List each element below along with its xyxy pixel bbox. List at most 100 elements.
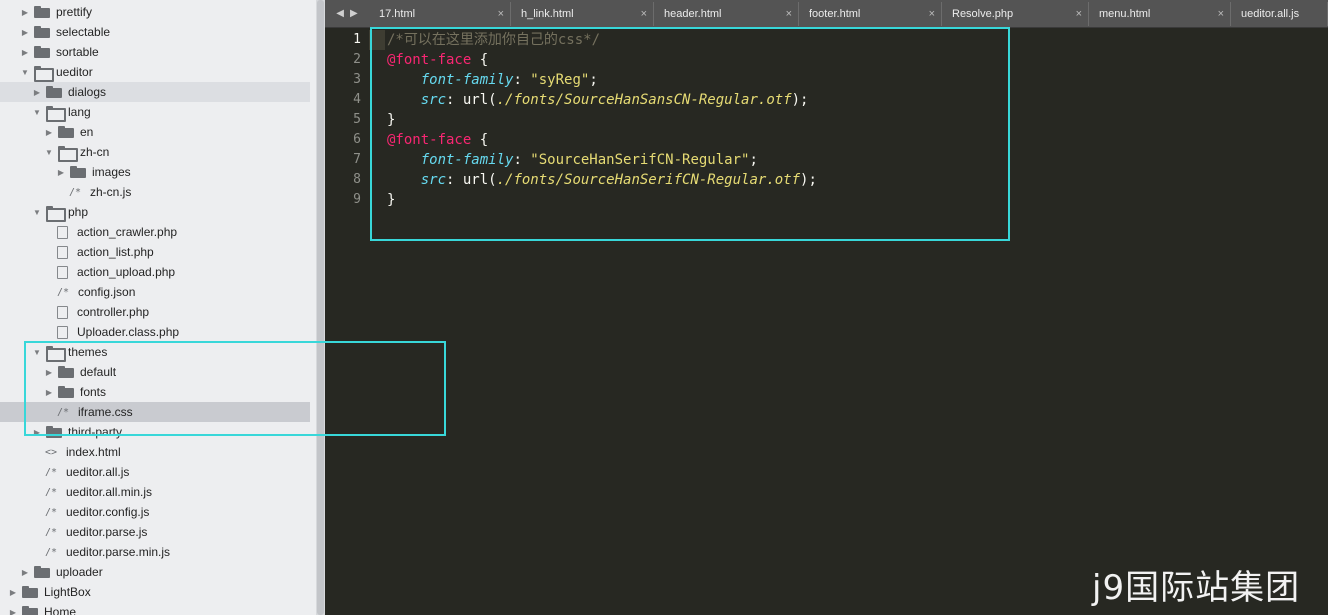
- tree-folder-row[interactable]: ▶ selectable: [0, 22, 310, 42]
- code-token: :: [513, 72, 531, 88]
- tab-close-icon[interactable]: ×: [929, 8, 935, 20]
- code-token: ./fonts/SourceHanSerifCN-Regular.otf: [496, 172, 801, 188]
- tree-folder-row[interactable]: ▶ third-party: [0, 422, 310, 442]
- tree-item-label: Uploader.class.php: [77, 325, 180, 339]
- tree-file-row[interactable]: ▶/*ueditor.all.js: [0, 462, 310, 482]
- code-file-icon: /*: [44, 486, 58, 498]
- tab-next-arrow-icon[interactable]: ▶: [350, 8, 358, 19]
- tree-folder-row[interactable]: ▶ Home: [0, 602, 310, 615]
- tree-file-row[interactable]: ▶action_upload.php: [0, 262, 310, 282]
- tree-file-row[interactable]: ▶action_list.php: [0, 242, 310, 262]
- tree-file-row[interactable]: ▶/*iframe.css: [0, 402, 310, 422]
- tab-close-icon[interactable]: ×: [1076, 8, 1082, 20]
- collapsed-arrow-icon[interactable]: ▶: [44, 362, 54, 382]
- tab-prev-arrow-icon[interactable]: ◀: [336, 8, 344, 19]
- collapsed-arrow-icon[interactable]: ▶: [44, 382, 54, 402]
- watermark-text: j9国际站集团: [1092, 568, 1301, 608]
- tree-item-label: default: [80, 365, 117, 379]
- tree-folder-row[interactable]: ▼ php: [0, 202, 310, 222]
- tree-file-row[interactable]: ▶<>index.html: [0, 442, 310, 462]
- tree-file-row[interactable]: ▶Uploader.class.php: [0, 322, 310, 342]
- tree-folder-row[interactable]: ▼ ueditor: [0, 62, 310, 82]
- tree-folder-row[interactable]: ▼ zh-cn: [0, 142, 310, 162]
- editor-tab[interactable]: header.html ×: [654, 2, 799, 26]
- line-number: 7: [353, 152, 361, 167]
- sidebar-scrollbar[interactable]: [316, 0, 325, 615]
- code-editor[interactable]: 1 2 3 4 5 6 7 8 9 /*可以在这里添加你自己的css*/ @font-face {…: [325, 28, 1328, 615]
- editor-tab[interactable]: Resolve.php ×: [942, 2, 1089, 26]
- tree-folder-row[interactable]: ▼ lang: [0, 102, 310, 122]
- tree-item-label: lang: [68, 105, 91, 119]
- tree-file-row[interactable]: ▶/*ueditor.parse.js: [0, 522, 310, 542]
- tab-close-icon[interactable]: ×: [498, 8, 504, 20]
- code-token: @font-face: [387, 52, 472, 68]
- editor-tab[interactable]: h_link.html ×: [511, 2, 654, 26]
- collapsed-arrow-icon[interactable]: ▶: [8, 582, 18, 602]
- editor-tab[interactable]: 17.html ×: [369, 2, 511, 26]
- file-icon: [57, 245, 68, 259]
- tree-file-row[interactable]: ▶action_crawler.php: [0, 222, 310, 242]
- expanded-arrow-icon[interactable]: ▼: [32, 342, 42, 362]
- tree-item-label: action_list.php: [77, 245, 154, 259]
- code-token: );: [800, 172, 817, 188]
- collapsed-arrow-icon[interactable]: ▶: [20, 42, 30, 62]
- code-line: font-family: "syReg";: [387, 70, 598, 90]
- editor-tab[interactable]: menu.html ×: [1089, 2, 1231, 26]
- code-token: }: [387, 192, 396, 208]
- code-token: "syReg": [530, 72, 590, 88]
- tree-folder-row[interactable]: ▶ en: [0, 122, 310, 142]
- collapsed-arrow-icon[interactable]: ▶: [20, 22, 30, 42]
- tree-file-row[interactable]: ▶/*config.json: [0, 282, 310, 302]
- code-token: {: [471, 132, 489, 148]
- expanded-arrow-icon[interactable]: ▼: [32, 102, 42, 122]
- tab-close-icon[interactable]: ×: [786, 8, 792, 20]
- editor-tab[interactable]: footer.html ×: [799, 2, 942, 26]
- tree-file-row[interactable]: ▶/*ueditor.all.min.js: [0, 482, 310, 502]
- tree-folder-row[interactable]: ▼ themes: [0, 342, 310, 362]
- tree-folder-row[interactable]: ▶ dialogs: [0, 82, 310, 102]
- tree-folder-row[interactable]: ▶ default: [0, 362, 310, 382]
- tree-item-label: action_crawler.php: [77, 225, 178, 239]
- tree-file-row[interactable]: ▶/*zh-cn.js: [0, 182, 310, 202]
- tree-item-label: uploader: [56, 565, 103, 579]
- folder-icon: [58, 126, 74, 138]
- collapsed-arrow-icon[interactable]: ▶: [8, 602, 18, 615]
- tree-folder-row[interactable]: ▶ images: [0, 162, 310, 182]
- tree-folder-row[interactable]: ▶ sortable: [0, 42, 310, 62]
- sidebar-scrollbar-thumb[interactable]: [317, 0, 324, 615]
- code-line: font-family: "SourceHanSerifCN-Regular";: [387, 150, 758, 170]
- collapsed-arrow-icon[interactable]: ▶: [20, 2, 30, 22]
- expanded-arrow-icon[interactable]: ▼: [32, 202, 42, 222]
- folder-icon: [46, 426, 62, 438]
- tree-folder-row[interactable]: ▶ fonts: [0, 382, 310, 402]
- tree-folder-row[interactable]: ▶ uploader: [0, 562, 310, 582]
- folder-icon: [58, 386, 74, 398]
- tab-label: Resolve.php: [952, 8, 1014, 20]
- collapsed-arrow-icon[interactable]: ▶: [44, 122, 54, 142]
- collapsed-arrow-icon[interactable]: ▶: [32, 82, 42, 102]
- tree-file-row[interactable]: ▶controller.php: [0, 302, 310, 322]
- tab-close-icon[interactable]: ×: [641, 8, 647, 20]
- tree-item-label: ueditor.config.js: [66, 505, 150, 519]
- expanded-arrow-icon[interactable]: ▼: [44, 142, 54, 162]
- tree-file-row[interactable]: ▶/*ueditor.parse.min.js: [0, 542, 310, 562]
- tree-item-label: ueditor.all.min.js: [66, 485, 153, 499]
- line-number: 9: [353, 192, 361, 207]
- code-line: @font-face {: [387, 50, 488, 70]
- collapsed-arrow-icon[interactable]: ▶: [56, 162, 66, 182]
- code-file-icon: /*: [44, 466, 58, 478]
- code-token: :: [513, 152, 531, 168]
- tree-item-label: ueditor.all.js: [66, 465, 130, 479]
- tree-file-row[interactable]: ▶/*ueditor.config.js: [0, 502, 310, 522]
- expanded-arrow-icon[interactable]: ▼: [20, 62, 30, 82]
- collapsed-arrow-icon[interactable]: ▶: [32, 422, 42, 442]
- folder-icon: [22, 606, 38, 615]
- collapsed-arrow-icon[interactable]: ▶: [20, 562, 30, 582]
- line-number: 2: [353, 52, 361, 67]
- tree-folder-row[interactable]: ▶ prettify: [0, 2, 310, 22]
- tree-folder-row[interactable]: ▶ LightBox: [0, 582, 310, 602]
- tree-item-label: prettify: [56, 5, 93, 19]
- editor-tab[interactable]: ueditor.all.js: [1231, 2, 1328, 26]
- code-token: src: [420, 172, 447, 188]
- tab-close-icon[interactable]: ×: [1218, 8, 1224, 20]
